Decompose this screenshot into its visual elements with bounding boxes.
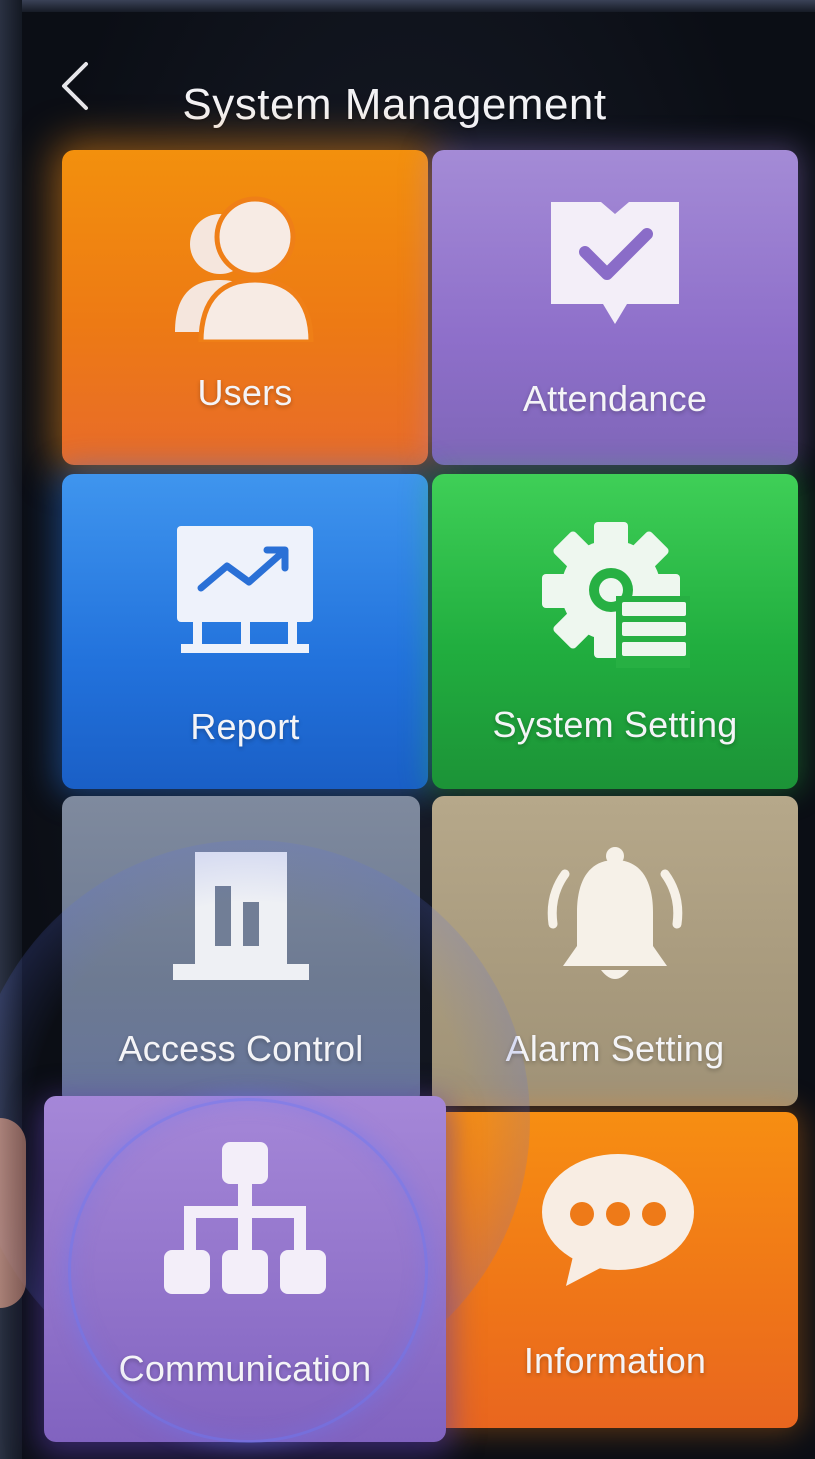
tile-information[interactable]: Information: [432, 1112, 798, 1428]
tile-attendance[interactable]: Attendance: [432, 150, 798, 465]
tile-label: Users: [197, 372, 293, 413]
tile-label: Communication: [118, 1348, 372, 1389]
users-icon: [175, 196, 314, 342]
finger-touch: [0, 1118, 26, 1308]
gear-settings-icon: [542, 522, 690, 668]
tile-alarm-setting[interactable]: Alarm Setting: [432, 796, 798, 1106]
tile-system-setting[interactable]: System Setting: [432, 474, 798, 789]
network-icon: [164, 1142, 326, 1294]
door-icon: [173, 852, 309, 980]
tile-label: Alarm Setting: [505, 1028, 725, 1069]
tile-label: Access Control: [118, 1028, 364, 1069]
tile-label: Information: [523, 1340, 707, 1381]
report-chart-icon: [177, 526, 313, 653]
chat-bubble-icon: [542, 1154, 694, 1286]
tile-label: Attendance: [522, 378, 708, 419]
page-title: System Management: [182, 80, 607, 129]
attendance-check-icon: [551, 202, 679, 324]
header: System Management: [22, 30, 815, 140]
system-management-screen: System Management Users Attendance Repor…: [0, 0, 815, 1459]
tile-users[interactable]: Users: [62, 150, 428, 465]
tile-label: Report: [190, 706, 300, 747]
tile-label: System Setting: [492, 704, 738, 745]
tile-report[interactable]: Report: [62, 474, 428, 789]
bell-icon: [547, 847, 683, 979]
tile-communication[interactable]: Communication: [44, 1096, 446, 1442]
top-bezel: [0, 0, 815, 12]
tile-access-control[interactable]: Access Control: [62, 796, 420, 1106]
